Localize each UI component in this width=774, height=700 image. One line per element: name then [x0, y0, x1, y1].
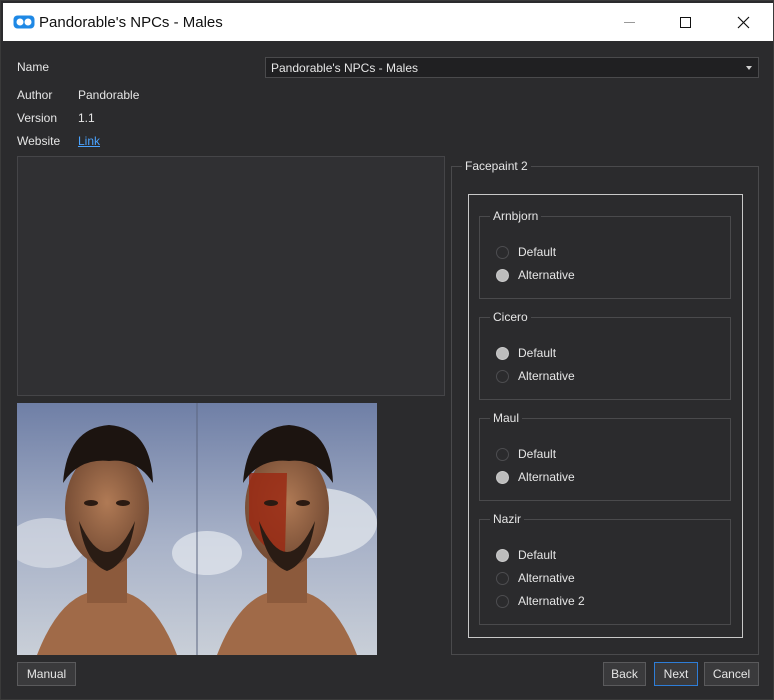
option-group-title: Arnbjorn: [490, 209, 542, 223]
website-label: Website: [17, 134, 61, 148]
author-label: Author: [17, 88, 53, 102]
version-label: Version: [17, 111, 58, 125]
app-logo-icon: [13, 15, 35, 29]
cancel-button[interactable]: Cancel: [704, 662, 759, 686]
chevron-down-icon: [746, 66, 752, 70]
option-group-maul: Maul Default Alternative: [479, 411, 731, 501]
radio-button[interactable]: [496, 448, 509, 461]
content-area: Name Pandorable's NPCs - Males Author Pa…: [3, 41, 771, 697]
radio-label: Default: [518, 548, 557, 562]
option-group-nazir: Nazir Default Alternative Alternative 2: [479, 512, 731, 625]
minimize-button[interactable]: [601, 3, 657, 41]
name-select[interactable]: Pandorable's NPCs - Males: [265, 57, 759, 78]
back-button[interactable]: Back: [603, 662, 646, 686]
radio-label: Default: [518, 245, 557, 259]
version-value: 1.1: [78, 111, 95, 125]
description-box[interactable]: [17, 156, 445, 396]
facepaint-group-title: Facepaint 2: [462, 159, 531, 173]
window-title: Pandorable's NPCs - Males: [39, 14, 223, 31]
option-group-cicero: Cicero Default Alternative: [479, 310, 731, 400]
radio-label: Alternative: [518, 470, 575, 484]
preview-image: [17, 403, 377, 655]
option-group-arnbjorn: Arnbjorn Default Alternative: [479, 209, 731, 299]
radio-button[interactable]: [496, 549, 509, 562]
radio-button[interactable]: [496, 347, 509, 360]
radio-button[interactable]: [496, 572, 509, 585]
radio-button[interactable]: [496, 595, 509, 608]
radio-button[interactable]: [496, 269, 509, 282]
close-button[interactable]: [715, 3, 771, 41]
title-bar: Pandorable's NPCs - Males: [3, 3, 773, 41]
name-label: Name: [17, 60, 50, 74]
radio-label: Default: [518, 346, 557, 360]
radio-button[interactable]: [496, 370, 509, 383]
radio-button[interactable]: [496, 471, 509, 484]
next-button[interactable]: Next: [654, 662, 698, 686]
name-select-value: Pandorable's NPCs - Males: [271, 61, 419, 75]
radio-label: Alternative: [518, 571, 575, 585]
website-link[interactable]: Link: [78, 134, 100, 148]
radio-label: Alternative: [518, 369, 575, 383]
installer-window: Pandorable's NPCs - Males Name Pandorabl…: [0, 0, 774, 700]
radio-label: Alternative 2: [518, 594, 585, 608]
manual-button[interactable]: Manual: [17, 662, 76, 686]
option-group-title: Nazir: [490, 512, 525, 526]
maximize-icon: [679, 16, 691, 28]
option-group-title: Maul: [490, 411, 523, 425]
option-group-title: Cicero: [490, 310, 531, 324]
minimize-icon: [623, 21, 635, 23]
maximize-button[interactable]: [657, 3, 713, 41]
close-icon: [737, 16, 749, 28]
radio-label: Alternative: [518, 268, 575, 282]
author-value: Pandorable: [78, 88, 140, 102]
radio-button[interactable]: [496, 246, 509, 259]
radio-label: Default: [518, 447, 557, 461]
